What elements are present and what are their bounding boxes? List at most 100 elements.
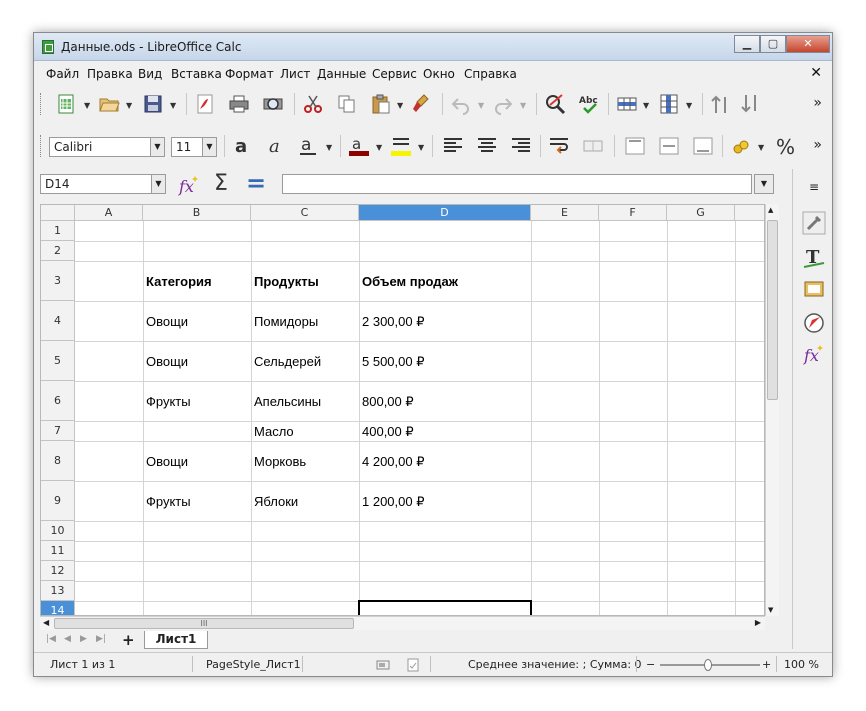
align-bottom-icon[interactable] bbox=[692, 135, 714, 157]
sort-ascending-icon[interactable] bbox=[710, 93, 732, 115]
sort-descending-icon[interactable] bbox=[740, 93, 762, 115]
cell-d3[interactable]: Объем продаж bbox=[362, 274, 458, 289]
row-header-9[interactable]: 9 bbox=[41, 481, 75, 521]
align-top-icon[interactable] bbox=[624, 135, 646, 157]
vertical-scroll-thumb[interactable] bbox=[767, 220, 778, 400]
row-header-7[interactable]: 7 bbox=[41, 421, 75, 441]
functions-icon[interactable]: fx bbox=[802, 343, 826, 367]
name-box[interactable]: D14 ▼ bbox=[40, 174, 166, 194]
close-document-icon[interactable]: ✕ bbox=[810, 65, 822, 81]
horizontal-scrollbar[interactable]: ◀ III ▶ bbox=[40, 616, 765, 630]
row-dropdown-icon[interactable]: ▼ bbox=[643, 101, 649, 110]
first-sheet-icon[interactable]: |◀ bbox=[46, 634, 56, 644]
open-dropdown-icon[interactable]: ▼ bbox=[126, 101, 132, 110]
highlight-color-icon[interactable] bbox=[390, 135, 412, 157]
sheet-tab-active[interactable]: Лист1 bbox=[144, 631, 208, 649]
row-header-14[interactable]: 14 bbox=[41, 601, 75, 615]
cell-b9[interactable]: Фрукты bbox=[146, 494, 191, 509]
column-header-d[interactable]: D bbox=[359, 205, 531, 221]
export-pdf-icon[interactable] bbox=[194, 93, 216, 115]
previous-sheet-icon[interactable]: ◀ bbox=[64, 634, 71, 644]
function-wizard-icon[interactable]: fx bbox=[178, 174, 200, 196]
menu-data[interactable]: Данные bbox=[317, 67, 366, 81]
row-icon[interactable] bbox=[616, 93, 638, 115]
next-sheet-icon[interactable]: ▶ bbox=[80, 634, 87, 644]
row-header-11[interactable]: 11 bbox=[41, 541, 75, 561]
italic-icon[interactable]: a bbox=[266, 135, 288, 157]
add-sheet-button[interactable]: + bbox=[122, 631, 135, 649]
menu-tools[interactable]: Сервис bbox=[372, 67, 417, 81]
row-header-3[interactable]: 3 bbox=[41, 261, 75, 301]
row-header-4[interactable]: 4 bbox=[41, 301, 75, 341]
menu-help[interactable]: Справка bbox=[464, 67, 517, 81]
align-right-icon[interactable] bbox=[510, 135, 532, 157]
zoom-in-button[interactable]: + bbox=[762, 658, 771, 671]
spelling-icon[interactable]: Abc bbox=[578, 93, 600, 115]
align-left-icon[interactable] bbox=[442, 135, 464, 157]
navigator-icon[interactable] bbox=[802, 311, 826, 335]
highlight-dropdown-icon[interactable]: ▼ bbox=[418, 143, 424, 152]
minimize-button[interactable]: ▁ bbox=[734, 35, 760, 53]
menu-view[interactable]: Вид bbox=[138, 67, 162, 81]
column-header-partial[interactable] bbox=[735, 205, 764, 221]
gallery-icon[interactable] bbox=[802, 277, 826, 301]
cell-d4[interactable]: 2 300,00 ₽ bbox=[362, 314, 425, 330]
cell-b5[interactable]: Овощи bbox=[146, 354, 188, 369]
formula-input[interactable] bbox=[282, 174, 752, 194]
undo-icon[interactable] bbox=[450, 93, 472, 115]
cell-d7[interactable]: 400,00 ₽ bbox=[362, 424, 414, 440]
row-header-1[interactable]: 1 bbox=[41, 221, 75, 241]
bold-icon[interactable]: a bbox=[232, 135, 254, 157]
underline-dropdown-icon[interactable]: ▼ bbox=[326, 143, 332, 152]
menu-insert[interactable]: Вставка bbox=[171, 67, 222, 81]
cell-b6[interactable]: Фрукты bbox=[146, 394, 191, 409]
spreadsheet-grid[interactable]: A B C D E F G 1 2 3 4 5 6 7 8 9 10 11 12… bbox=[40, 204, 765, 616]
cell-d8[interactable]: 4 200,00 ₽ bbox=[362, 454, 425, 470]
paste-icon[interactable] bbox=[370, 93, 392, 115]
zoom-out-button[interactable]: − bbox=[646, 658, 655, 671]
zoom-slider-handle[interactable] bbox=[704, 659, 712, 671]
column-header-f[interactable]: F bbox=[599, 205, 667, 221]
function-icon[interactable]: = bbox=[246, 169, 266, 197]
horizontal-scroll-thumb[interactable]: III bbox=[54, 618, 354, 629]
sidebar-menu-icon[interactable]: ≡ bbox=[802, 175, 826, 199]
cell-c9[interactable]: Яблоки bbox=[254, 494, 298, 509]
cell-c8[interactable]: Морковь bbox=[254, 454, 306, 469]
open-folder-icon[interactable] bbox=[98, 93, 120, 115]
scroll-down-icon[interactable]: ▼ bbox=[768, 606, 773, 614]
cell-d9[interactable]: 1 200,00 ₽ bbox=[362, 494, 425, 510]
undo-dropdown-icon[interactable]: ▼ bbox=[478, 101, 484, 110]
cell-b3[interactable]: Категория bbox=[146, 274, 212, 289]
font-color-dropdown-icon[interactable]: ▼ bbox=[376, 143, 382, 152]
cell-d5[interactable]: 5 500,00 ₽ bbox=[362, 354, 425, 370]
last-sheet-icon[interactable]: ▶| bbox=[96, 634, 106, 644]
save-icon[interactable] bbox=[142, 93, 164, 115]
scroll-right-icon[interactable]: ▶ bbox=[755, 618, 761, 627]
maximize-button[interactable]: ▢ bbox=[760, 35, 786, 53]
column-icon[interactable] bbox=[658, 93, 680, 115]
column-header-e[interactable]: E bbox=[531, 205, 599, 221]
cell-b4[interactable]: Овощи bbox=[146, 314, 188, 329]
cell-d6[interactable]: 800,00 ₽ bbox=[362, 394, 414, 410]
cell-c6[interactable]: Апельсины bbox=[254, 394, 321, 409]
font-name-combo[interactable]: Calibri ▼ bbox=[49, 137, 165, 157]
currency-dropdown-icon[interactable]: ▼ bbox=[758, 143, 764, 152]
toolbar-overflow-icon[interactable]: » bbox=[813, 137, 822, 153]
merge-cells-icon[interactable] bbox=[582, 135, 604, 157]
font-color-icon[interactable]: a bbox=[348, 135, 370, 157]
close-button[interactable]: ✕ bbox=[786, 35, 830, 53]
redo-icon[interactable] bbox=[492, 93, 514, 115]
find-replace-icon[interactable] bbox=[544, 93, 566, 115]
properties-icon[interactable] bbox=[802, 211, 826, 235]
underline-icon[interactable]: a bbox=[298, 135, 320, 157]
menu-edit[interactable]: Правка bbox=[87, 67, 133, 81]
percent-format-icon[interactable]: % bbox=[776, 135, 795, 159]
cell-c5[interactable]: Сельдерей bbox=[254, 354, 321, 369]
paste-dropdown-icon[interactable]: ▼ bbox=[397, 101, 403, 110]
redo-dropdown-icon[interactable]: ▼ bbox=[520, 101, 526, 110]
chevron-down-icon[interactable]: ▼ bbox=[202, 138, 216, 156]
row-header-5[interactable]: 5 bbox=[41, 341, 75, 381]
align-middle-icon[interactable] bbox=[658, 135, 680, 157]
scroll-up-icon[interactable]: ▲ bbox=[768, 206, 773, 214]
page-style[interactable]: PageStyle_Лист1 bbox=[206, 658, 301, 671]
